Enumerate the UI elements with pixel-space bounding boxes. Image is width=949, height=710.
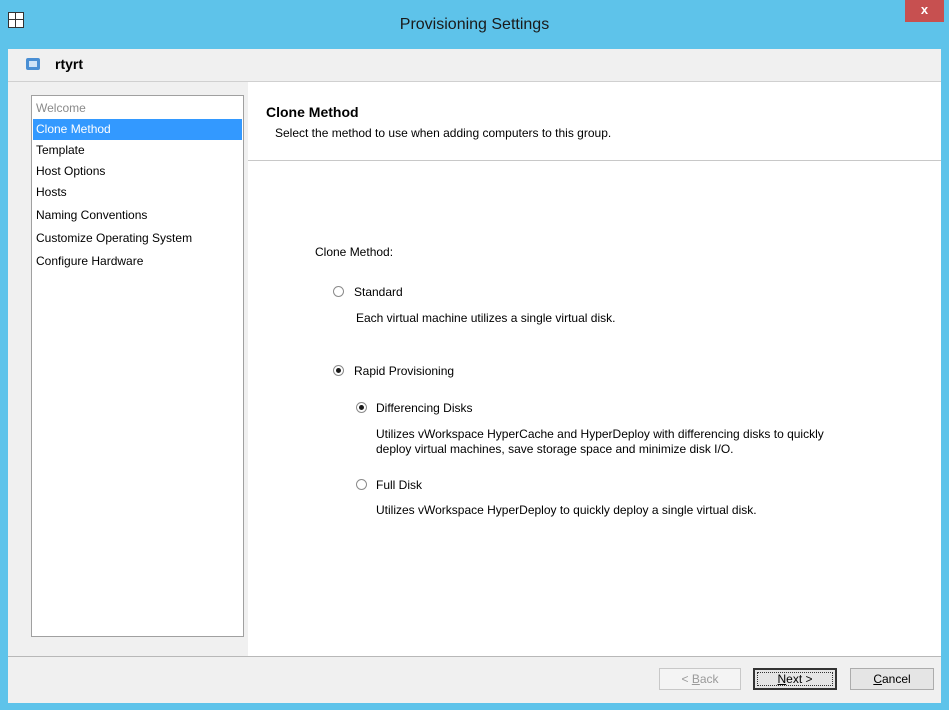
group-name: rtyrt <box>55 56 84 72</box>
nav-item-clone-method[interactable]: Clone Method <box>33 119 242 140</box>
close-button[interactable]: x <box>905 0 944 22</box>
back-accelerator: B <box>691 672 700 686</box>
page-title: Clone Method <box>266 104 359 120</box>
page-content: Clone Method Select the method to use wh… <box>248 82 941 656</box>
title-bar[interactable]: Provisioning Settings x <box>0 0 949 49</box>
wizard-steps-list[interactable]: Welcome Clone Method Template Host Optio… <box>31 95 244 637</box>
standard-description: Each virtual machine utilizes a single v… <box>356 311 616 325</box>
cancel-button[interactable]: Cancel <box>850 668 934 690</box>
nav-item-welcome[interactable]: Welcome <box>33 98 242 119</box>
group-icon <box>26 58 40 70</box>
back-button[interactable]: < Back <box>659 668 741 690</box>
footer-divider <box>8 656 941 657</box>
back-rest: ack <box>699 672 719 686</box>
nav-item-template[interactable]: Template <box>33 140 242 161</box>
group-header: rtyrt <box>8 49 941 82</box>
cancel-accelerator: C <box>873 672 882 686</box>
nav-item-host-options[interactable]: Host Options <box>33 161 242 182</box>
standard-radio[interactable] <box>333 286 344 297</box>
full-disk-description: Utilizes vWorkspace HyperDeploy to quick… <box>376 503 757 517</box>
nav-item-customize-os[interactable]: Customize Operating System <box>33 228 242 249</box>
next-focus-rect: Next > <box>757 672 833 686</box>
cancel-rest: ancel <box>881 672 911 686</box>
nav-item-naming-conventions[interactable]: Naming Conventions <box>33 205 242 226</box>
radio-dot <box>336 368 341 373</box>
differencing-disks-label[interactable]: Differencing Disks <box>376 401 472 415</box>
next-button[interactable]: Next > <box>753 668 837 690</box>
page-description: Select the method to use when adding com… <box>275 126 612 140</box>
window-title: Provisioning Settings <box>399 16 550 33</box>
next-rest: ext > <box>786 672 813 686</box>
back-prefix: < <box>681 672 692 686</box>
differencing-disks-description-line2: deploy virtual machines, save storage sp… <box>376 442 734 456</box>
header-divider <box>248 160 941 161</box>
nav-item-hosts[interactable]: Hosts <box>33 182 242 203</box>
differencing-disks-radio[interactable] <box>356 402 367 413</box>
clone-method-label: Clone Method: <box>315 245 394 259</box>
standard-label[interactable]: Standard <box>354 285 403 299</box>
rapid-provisioning-label[interactable]: Rapid Provisioning <box>354 364 454 378</box>
differencing-disks-description-line1: Utilizes vWorkspace HyperCache and Hyper… <box>376 427 824 441</box>
full-disk-label[interactable]: Full Disk <box>376 478 422 492</box>
full-disk-radio[interactable] <box>356 479 367 490</box>
nav-item-configure-hardware[interactable]: Configure Hardware <box>33 251 242 272</box>
next-accelerator: N <box>777 672 787 686</box>
dialog-body: Welcome Clone Method Template Host Optio… <box>8 82 941 703</box>
radio-dot <box>359 405 364 410</box>
rapid-provisioning-radio[interactable] <box>333 365 344 376</box>
